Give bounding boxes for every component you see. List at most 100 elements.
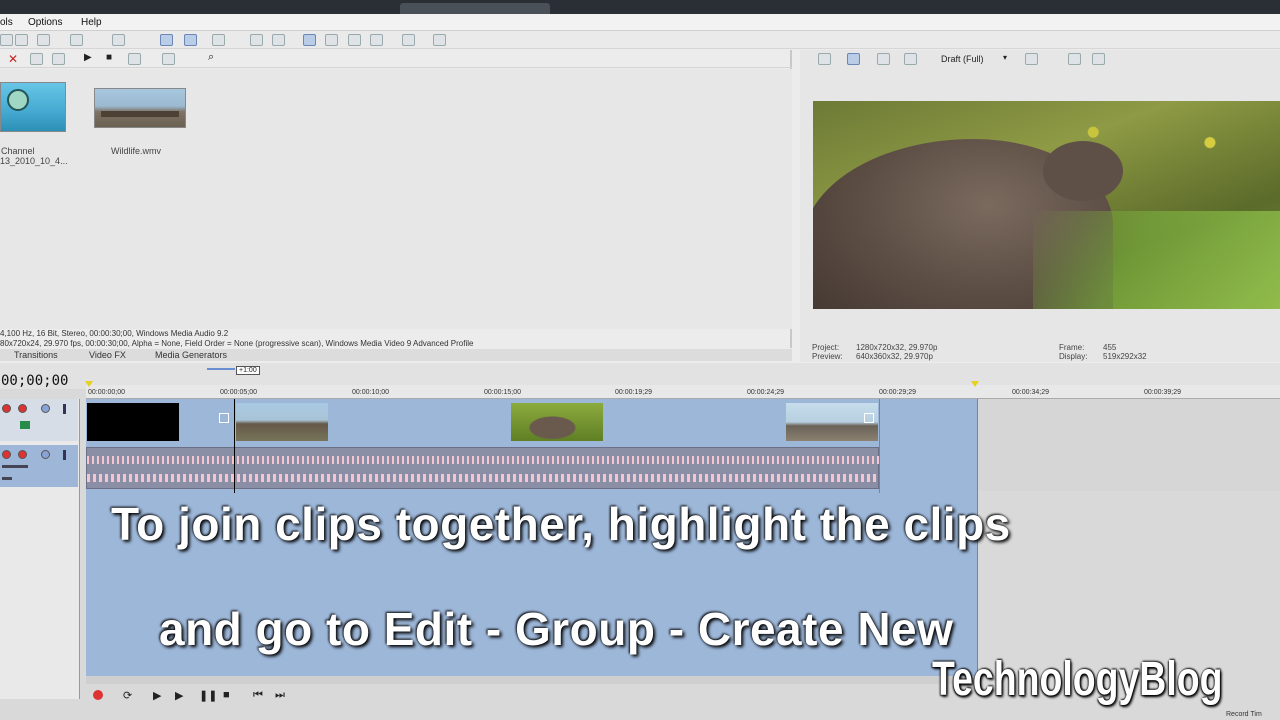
playhead-cursor[interactable] [234, 399, 235, 493]
snap-icon[interactable] [272, 34, 285, 46]
grass-foreground [1033, 211, 1280, 309]
media-toolbar: ✕ ▶ ■ ⌕ [0, 50, 792, 68]
media-label-channel-line2: 13_2010_10_4... [0, 156, 68, 166]
window-title-strip [0, 0, 1280, 14]
selection-tool-icon[interactable] [212, 34, 225, 46]
media-thumb-wildlife[interactable] [94, 88, 186, 128]
project-value: 1280x720x32, 29.970p [856, 343, 938, 352]
normal-edit-tool-icon[interactable] [160, 34, 173, 46]
solo-icon[interactable] [63, 404, 66, 414]
audio-solo-icon[interactable] [63, 450, 66, 460]
save-icon[interactable] [37, 34, 50, 46]
video-clip-black[interactable] [87, 403, 179, 441]
preview-quality-dropdown[interactable]: Draft (Full) [941, 54, 984, 64]
go-to-start-button[interactable]: ⏮ [253, 689, 267, 701]
video-clip-wildlife-1[interactable] [236, 403, 328, 441]
capture-icon[interactable] [52, 53, 65, 65]
mute-icon[interactable] [41, 404, 50, 413]
preview-toolbar: Draft (Full) ▾ [800, 50, 1280, 68]
ignore-grouping-icon[interactable] [348, 34, 361, 46]
views-icon[interactable] [162, 53, 175, 65]
pause-button[interactable]: ❚❚ [199, 689, 217, 702]
ruler-tick: 00:00:24;29 [747, 389, 784, 396]
record-arm-icon[interactable] [2, 404, 11, 413]
redo-icon[interactable] [112, 34, 125, 46]
media-label-wildlife: Wildlife.wmv [111, 146, 162, 156]
record-button[interactable] [93, 690, 103, 700]
properties-icon[interactable] [402, 34, 415, 46]
tab-media-generators[interactable]: Media Generators [155, 350, 227, 360]
browser-tab [400, 3, 550, 14]
volume-slider[interactable] [2, 465, 28, 468]
window-docking-tabs: Transitions Video FX Media Generators [0, 349, 792, 361]
display-label: Display: [1059, 352, 1088, 361]
loop-playback-button[interactable]: ⟳ [123, 689, 137, 702]
overlays-icon[interactable] [1025, 53, 1038, 65]
chevron-down-icon[interactable]: ▾ [1003, 53, 1007, 62]
compositing-icon[interactable] [20, 421, 30, 429]
video-clip-wildlife-2[interactable] [511, 403, 603, 441]
stop-button[interactable]: ■ [223, 689, 237, 701]
auto-preview-icon[interactable] [128, 53, 141, 65]
audio-mute-icon[interactable] [41, 450, 50, 459]
split-screen-icon[interactable] [904, 53, 917, 65]
caption-line-2: and go to Edit - Group - Create New [159, 603, 954, 655]
stop-icon[interactable]: ■ [106, 52, 112, 63]
play-button[interactable]: ▶ [175, 689, 189, 702]
audio-fx-icon[interactable] [18, 450, 27, 459]
menu-help[interactable]: Help [81, 17, 102, 28]
envelope-tool-icon[interactable] [184, 34, 197, 46]
new-icon[interactable] [0, 34, 13, 46]
import-media-icon[interactable] [30, 53, 43, 65]
lock-envelopes-icon[interactable] [325, 34, 338, 46]
tab-video-fx[interactable]: Video FX [89, 350, 126, 360]
play-from-start-button[interactable]: ▶ [153, 689, 167, 702]
clip-fx-icon-end[interactable] [864, 413, 874, 423]
frame-label: Frame: [1059, 343, 1085, 352]
pan-slider[interactable] [2, 477, 12, 480]
video-track-header[interactable] [0, 399, 78, 441]
copy-snapshot-icon[interactable] [1068, 53, 1081, 65]
clip-fx-icon[interactable] [219, 413, 229, 423]
loop-start-marker[interactable] [85, 381, 93, 387]
preview-fx-icon[interactable] [877, 53, 890, 65]
caption-line-1: To join clips together, highlight the cl… [111, 498, 1011, 550]
menu-bar: ols Options Help [0, 14, 1280, 31]
play-icon[interactable]: ▶ [84, 52, 92, 63]
auto-ripple-icon[interactable] [303, 34, 316, 46]
zoom-tool-icon[interactable] [250, 34, 263, 46]
help-cursor-icon[interactable] [433, 34, 446, 46]
project-info: Project: [812, 343, 840, 352]
media-label-channel-line1: Channel [1, 146, 35, 156]
waveform-right [87, 474, 880, 482]
remove-icon[interactable]: ✕ [8, 52, 18, 66]
audio-record-arm-icon[interactable] [2, 450, 11, 459]
media-thumb-channel[interactable] [0, 82, 66, 132]
video-preview-pane: Draft (Full) ▾ Project: 1280x720x32, 29.… [800, 50, 1280, 362]
audio-clip[interactable] [86, 447, 880, 489]
loop-end-marker[interactable] [971, 381, 979, 387]
undo-icon[interactable] [70, 34, 83, 46]
motion-icon[interactable] [18, 404, 27, 413]
ruler-tick: 00:00:39;29 [1144, 389, 1181, 396]
timeline-ruler[interactable]: 00:00:00;00 00:00:05;00 00:00:10;00 00:0… [85, 381, 1280, 399]
zoom-bar[interactable] [207, 368, 235, 370]
save-snapshot-icon[interactable] [1092, 53, 1105, 65]
main-toolbar [0, 31, 1280, 49]
external-monitor-icon[interactable] [847, 53, 860, 65]
preview-properties-icon[interactable] [818, 53, 831, 65]
open-icon[interactable] [15, 34, 28, 46]
menu-tools[interactable]: ols [0, 17, 13, 28]
timeline-scrollbar[interactable] [86, 676, 978, 684]
audio-track-header[interactable] [0, 445, 78, 487]
search-icon[interactable]: ⌕ [208, 51, 214, 64]
ruler-tick: 00:00:19;29 [615, 389, 652, 396]
ruler-tick: 00:00:29;29 [879, 389, 916, 396]
crossfade-icon[interactable] [370, 34, 383, 46]
go-to-end-button[interactable]: ⏭ [275, 689, 289, 701]
display-value: 519x292x32 [1103, 352, 1147, 361]
tab-transitions[interactable]: Transitions [14, 350, 58, 360]
playhead-flag: +1:00 [236, 366, 260, 375]
menu-options[interactable]: Options [28, 17, 62, 28]
waveform-left [87, 456, 880, 464]
